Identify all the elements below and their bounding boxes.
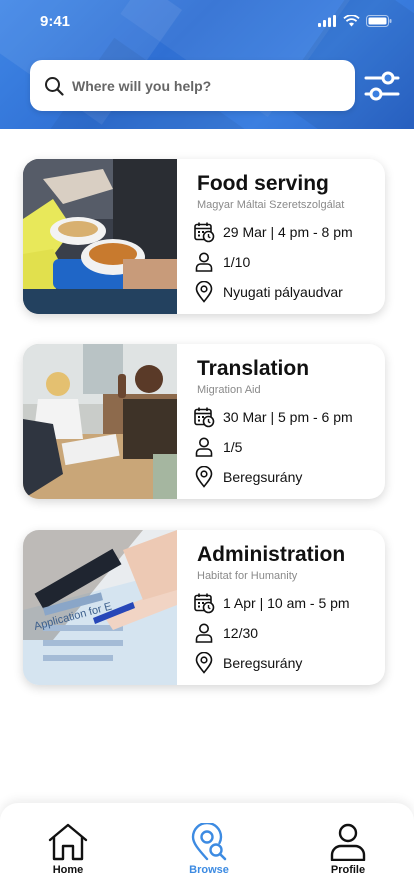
food-serving-photo	[23, 159, 177, 314]
header: 9:41	[0, 0, 414, 129]
browse-location-search-icon	[191, 823, 227, 861]
card-date: 29 Mar | 4 pm - 8 pm	[223, 224, 353, 240]
card-organization: Habitat for Humanity	[197, 570, 298, 582]
card-title: Food serving	[197, 172, 329, 195]
card-location: Beregsurány	[223, 469, 303, 485]
calendar-clock-icon	[193, 221, 215, 243]
nav-home[interactable]: Home	[28, 823, 108, 876]
card-title: Administration	[197, 543, 346, 566]
card-date: 1 Apr | 10 am - 5 pm	[223, 595, 350, 611]
signal-icon	[318, 15, 336, 27]
status-icons	[318, 15, 392, 27]
nav-profile[interactable]: Profile	[308, 823, 388, 876]
card-date-row: 29 Mar | 4 pm - 8 pm	[193, 221, 353, 243]
card-location-row: Beregsurány	[193, 652, 302, 674]
card-date: 30 Mar | 5 pm - 6 pm	[223, 409, 353, 425]
nav-home-label: Home	[52, 864, 84, 876]
opportunity-card-food-serving[interactable]: Food serving Magyar Máltai Szeretszolgál…	[23, 159, 385, 314]
calendar-clock-icon	[193, 406, 215, 428]
search-icon	[45, 76, 64, 96]
card-organization: Magyar Máltai Szeretszolgálat	[197, 199, 345, 211]
person-icon	[193, 251, 215, 273]
calendar-clock-icon	[193, 592, 215, 614]
card-spots-row: 1/10	[193, 251, 250, 273]
card-date-row: 30 Mar | 5 pm - 6 pm	[193, 406, 353, 428]
card-location-row: Beregsurány	[193, 466, 302, 488]
card-organization: Migration Aid	[197, 384, 261, 396]
filter-sliders-icon[interactable]	[364, 69, 400, 103]
card-location-row: Nyugati pályaudvar	[193, 281, 343, 303]
card-spots: 1/5	[223, 439, 243, 455]
nav-profile-label: Profile	[330, 864, 366, 876]
wifi-icon	[343, 15, 360, 27]
person-icon	[193, 622, 215, 644]
location-pin-icon	[193, 466, 215, 488]
nav-browse-label: Browse	[189, 864, 229, 876]
search-bar[interactable]	[30, 60, 355, 111]
card-spots-row: 1/5	[193, 436, 242, 458]
battery-icon	[366, 15, 392, 27]
person-icon	[193, 436, 215, 458]
bottom-navigation: Home Browse Profile	[0, 803, 414, 896]
location-pin-icon	[193, 652, 215, 674]
card-location: Nyugati pályaudvar	[223, 284, 343, 300]
card-spots: 1/10	[223, 254, 251, 270]
translation-photo	[23, 344, 177, 499]
location-pin-icon	[193, 281, 215, 303]
card-date-row: 1 Apr | 10 am - 5 pm	[193, 592, 350, 614]
search-input[interactable]	[72, 77, 332, 94]
card-title: Translation	[197, 357, 310, 380]
card-spots: 12/30	[223, 625, 259, 641]
card-location: Beregsurány	[223, 655, 303, 671]
opportunity-card-translation[interactable]: Translation Migration Aid 30 Mar | 5 pm …	[23, 344, 385, 499]
status-bar: 9:41	[0, 0, 414, 44]
profile-icon	[330, 823, 366, 861]
opportunity-card-administration[interactable]: Application for E Administration Habitat…	[23, 530, 385, 685]
card-spots-row: 12/30	[193, 622, 258, 644]
status-time: 9:41	[40, 13, 71, 30]
home-icon	[48, 823, 88, 861]
nav-browse[interactable]: Browse	[169, 823, 249, 876]
administration-photo: Application for E	[23, 530, 177, 685]
